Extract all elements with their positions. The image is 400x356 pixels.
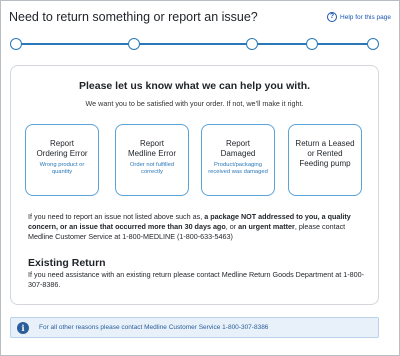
header: Need to return something or report an is… xyxy=(9,10,391,28)
help-link[interactable]: ? Help for this page xyxy=(327,12,391,22)
question-icon: ? xyxy=(327,12,338,22)
report-medline-error-button[interactable]: Report Medline Error Order not fulfilled… xyxy=(115,124,189,196)
step-4-indicator xyxy=(306,38,318,50)
option-title-line: Ordering Error xyxy=(36,149,88,158)
existing-return-title: Existing Return xyxy=(28,257,106,269)
stepper-line xyxy=(16,43,374,45)
step-5-indicator xyxy=(367,38,379,50)
option-title-line: Return a Leased xyxy=(295,139,355,148)
option-title-line: or Rented xyxy=(307,149,343,158)
option-title-line: Medline Error xyxy=(127,149,176,158)
existing-return-text: If you need assistance with an existing … xyxy=(28,270,365,289)
page-title: Need to return something or report an is… xyxy=(9,10,258,24)
info-icon: i xyxy=(17,321,29,334)
info-banner: i For all other reasons please contact M… xyxy=(10,317,379,338)
step-1-indicator xyxy=(10,38,22,50)
help-label: Help for this page xyxy=(340,13,391,21)
return-leased-pump-button[interactable]: Return a Leased or Rented Feeding pump xyxy=(288,124,362,196)
note-text: If you need to report an issue not liste… xyxy=(28,212,205,221)
option-title-line: Damaged xyxy=(220,149,256,158)
option-title-line: Feeding pump xyxy=(299,159,351,168)
report-damaged-button[interactable]: Report Damaged Product/packaging receive… xyxy=(201,124,275,196)
return-page: Need to return something or report an is… xyxy=(0,0,400,356)
progress-stepper xyxy=(10,37,380,51)
info-text: For all other reasons please contact Med… xyxy=(39,324,269,331)
other-issue-note: If you need to report an issue not liste… xyxy=(28,212,370,242)
option-title-line: Report xyxy=(225,139,250,148)
option-description: Wrong product or quantity xyxy=(39,162,85,175)
note-text: , or xyxy=(225,222,239,231)
option-title-line: Report xyxy=(139,139,164,148)
note-emphasis: an urgent matter xyxy=(238,222,295,231)
option-title-line: Report xyxy=(49,139,74,148)
step-3-indicator xyxy=(246,38,258,50)
option-description: Product/packaging received was damaged xyxy=(208,162,268,175)
option-description: Order not fulfilled correctly xyxy=(129,162,175,175)
help-options-card: Please let us know what we can help you … xyxy=(10,65,379,305)
step-2-indicator xyxy=(128,38,140,50)
card-subtitle: We want you to be satisfied with your or… xyxy=(85,99,304,108)
report-ordering-error-button[interactable]: Report Ordering Error Wrong product or q… xyxy=(25,124,99,196)
card-title: Please let us know what we can help you … xyxy=(78,80,311,92)
